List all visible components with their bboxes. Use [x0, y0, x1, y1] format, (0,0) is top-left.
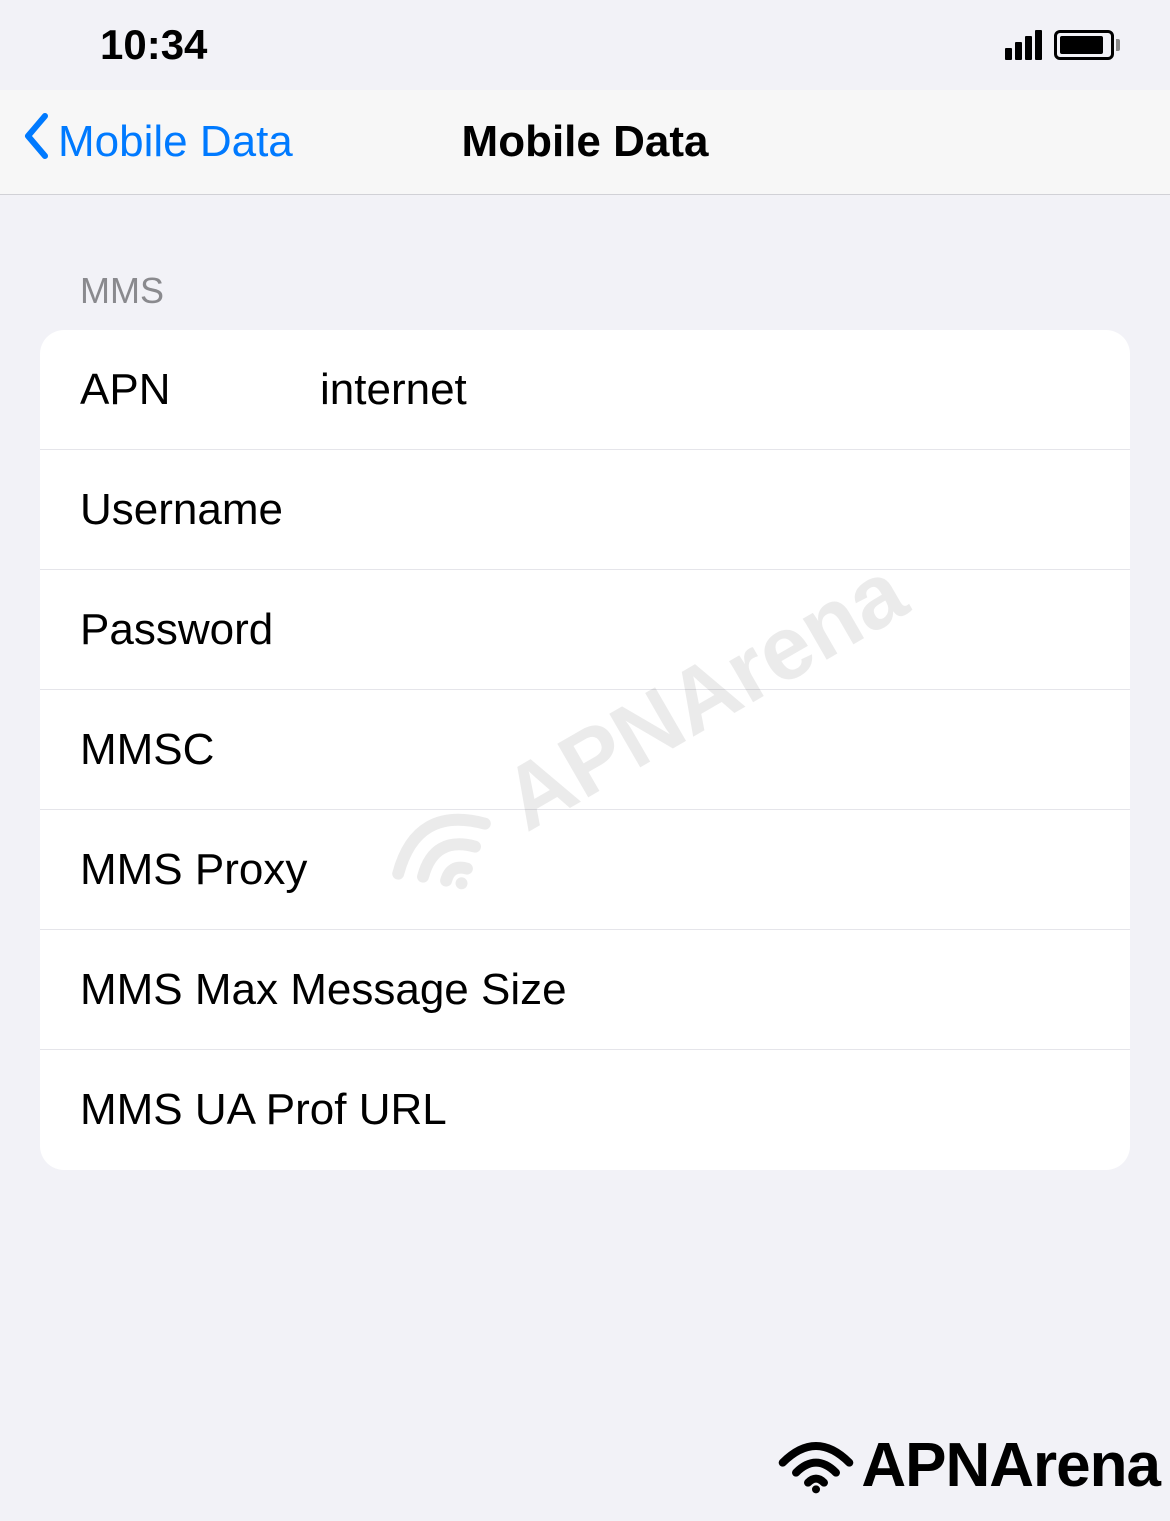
- mms-max-size-row[interactable]: MMS Max Message Size: [40, 930, 1130, 1050]
- wifi-icon: [776, 1436, 856, 1496]
- back-label: Mobile Data: [58, 117, 293, 167]
- status-bar: 10:34: [0, 0, 1170, 90]
- apn-label: APN: [80, 365, 320, 415]
- status-indicators: [1005, 30, 1120, 60]
- page-title: Mobile Data: [462, 117, 709, 167]
- mmsc-input[interactable]: [320, 725, 1090, 775]
- battery-icon: [1054, 30, 1120, 60]
- brand-logo: APNArena: [776, 1430, 1160, 1501]
- username-input[interactable]: [320, 485, 1090, 535]
- section-header-mms: MMS: [40, 270, 1130, 312]
- apn-row[interactable]: APN: [40, 330, 1130, 450]
- username-label: Username: [80, 485, 320, 535]
- mms-settings-group: APN Username Password MMSC MMS Proxy MMS…: [40, 330, 1130, 1170]
- mmsc-label: MMSC: [80, 725, 320, 775]
- brand-name: APNArena: [861, 1430, 1160, 1501]
- back-button[interactable]: Mobile Data: [20, 112, 293, 173]
- navigation-bar: Mobile Data Mobile Data: [0, 90, 1170, 195]
- mmsc-row[interactable]: MMSC: [40, 690, 1130, 810]
- mms-proxy-label: MMS Proxy: [80, 845, 515, 895]
- mms-ua-prof-row[interactable]: MMS UA Prof URL: [40, 1050, 1130, 1170]
- password-row[interactable]: Password: [40, 570, 1130, 690]
- password-input[interactable]: [320, 605, 1090, 655]
- content-area: MMS APN Username Password MMSC MMS Proxy: [0, 195, 1170, 1170]
- password-label: Password: [80, 605, 320, 655]
- username-row[interactable]: Username: [40, 450, 1130, 570]
- mms-proxy-input[interactable]: [515, 845, 1090, 895]
- cellular-signal-icon: [1005, 30, 1042, 60]
- mms-max-size-label: MMS Max Message Size: [80, 965, 1090, 1015]
- apn-input[interactable]: [320, 365, 1090, 415]
- mms-ua-prof-label: MMS UA Prof URL: [80, 1085, 1090, 1135]
- status-time: 10:34: [100, 21, 207, 69]
- mms-proxy-row[interactable]: MMS Proxy: [40, 810, 1130, 930]
- chevron-left-icon: [20, 112, 50, 173]
